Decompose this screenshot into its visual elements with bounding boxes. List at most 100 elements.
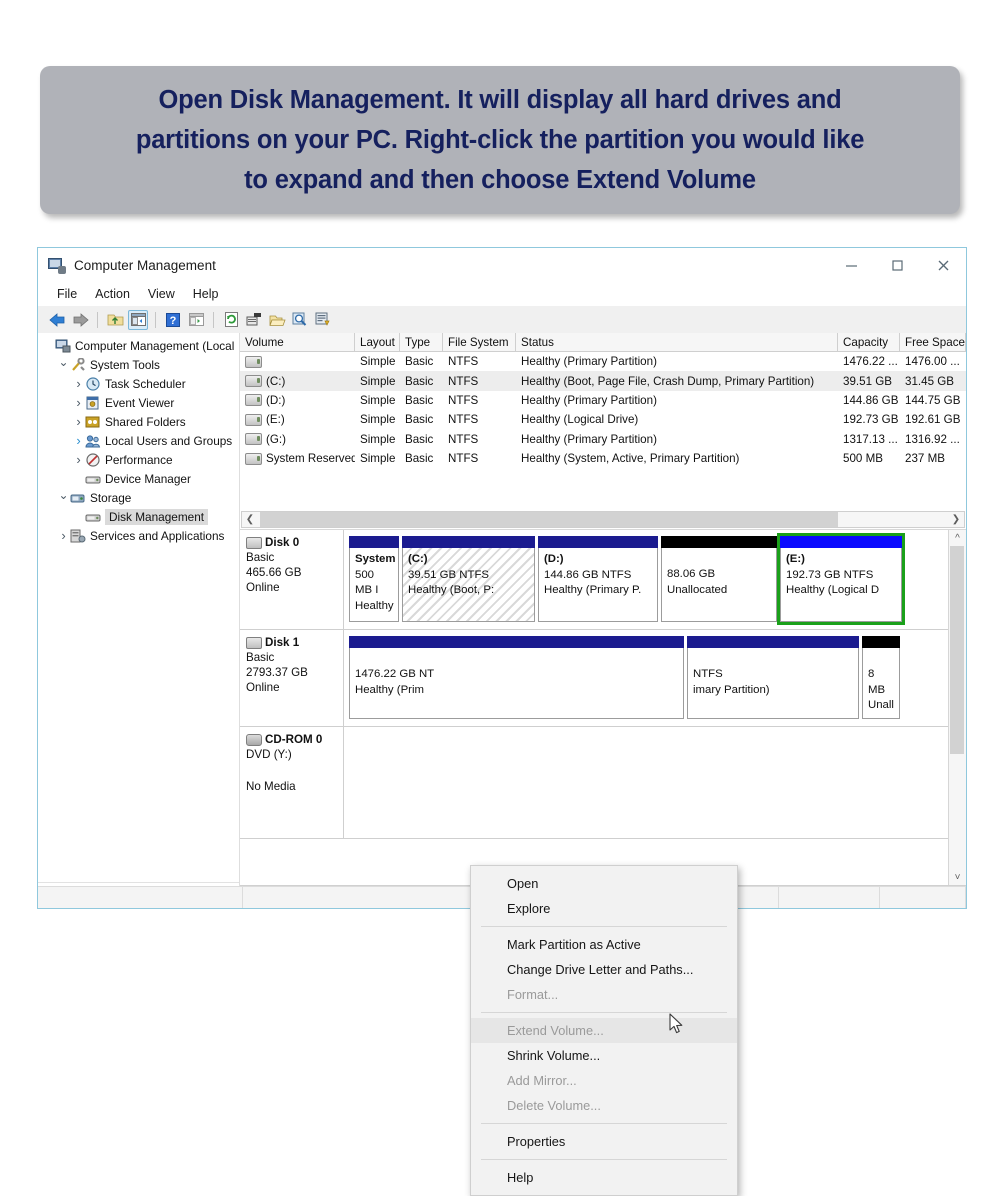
show-hide-action-pane-icon[interactable] <box>186 310 206 330</box>
graph-vscroll-thumb[interactable] <box>950 546 964 754</box>
sidebar-item-performance[interactable]: ›Performance <box>38 450 239 469</box>
chevron-right-icon[interactable]: › <box>72 395 85 410</box>
chevron-right-icon[interactable]: › <box>72 414 85 429</box>
caption-line-2: partitions on your PC. Right-click the p… <box>136 120 864 160</box>
export-list-icon[interactable] <box>244 310 264 330</box>
cell-type: Basic <box>400 413 443 426</box>
sidebar-item-label: Disk Management <box>105 509 208 525</box>
forward-arrow-icon[interactable] <box>70 310 90 330</box>
sidebar-item-services-and-applications[interactable]: ›Services and Applications <box>38 526 239 545</box>
minimize-icon[interactable] <box>828 248 874 282</box>
context-menu-item-change-drive-letter-and-paths[interactable]: Change Drive Letter and Paths... <box>471 957 737 982</box>
table-row[interactable]: (G:)SimpleBasicNTFSHealthy (Primary Part… <box>240 430 966 449</box>
properties-search-icon[interactable] <box>290 310 310 330</box>
scroll-down-icon[interactable]: ˅ <box>955 869 961 885</box>
partition-block[interactable]: System500 MB IHealthy <box>349 536 399 622</box>
menu-help[interactable]: Help <box>184 285 228 303</box>
scroll-left-icon[interactable]: ❮ <box>242 514 258 525</box>
context-menu-item-shrink-volume[interactable]: Shrink Volume... <box>471 1043 737 1068</box>
table-row[interactable]: (C:)SimpleBasicNTFSHealthy (Boot, Page F… <box>240 371 966 390</box>
volume-hscrollbar[interactable]: ❮ ❯ <box>241 511 965 528</box>
services-icon <box>70 529 86 543</box>
open-folder-icon[interactable] <box>267 310 287 330</box>
table-row[interactable]: (D:)SimpleBasicNTFSHealthy (Primary Part… <box>240 391 966 410</box>
partition-details: 8 MBUnall <box>862 648 900 719</box>
volume-column-header-capacity[interactable]: Capacity <box>838 333 900 351</box>
back-arrow-icon[interactable] <box>47 310 67 330</box>
volume-column-header-free-space[interactable]: Free Space <box>900 333 966 351</box>
sidebar-item-storage[interactable]: ⌄ Storage <box>38 488 239 507</box>
chevron-down-icon[interactable]: ⌄ <box>57 355 70 369</box>
disk-info[interactable]: Disk 1Basic2793.37 GBOnline <box>240 630 344 726</box>
partition-block[interactable]: NTFSimary Partition) <box>687 636 859 719</box>
disk-info[interactable]: Disk 0Basic465.66 GBOnline <box>240 530 344 629</box>
chevron-down-icon[interactable]: ⌄ <box>57 488 70 502</box>
maximize-icon[interactable] <box>874 248 920 282</box>
sidebar-item-label: Storage <box>90 490 131 506</box>
sidebar-item-event-viewer[interactable]: ›Event Viewer <box>38 393 239 412</box>
volume-hscroll-thumb[interactable] <box>260 512 838 527</box>
sidebar-item-computer-management-local[interactable]: Computer Management (Local <box>38 336 239 355</box>
cell-layout: Simple <box>355 375 400 388</box>
partition-block[interactable]: 88.06 GBUnallocated <box>661 536 777 622</box>
chevron-right-icon[interactable]: › <box>72 452 85 467</box>
volume-column-header-status[interactable]: Status <box>516 333 838 351</box>
partition-block[interactable]: (C:)39.51 GB NTFSHealthy (Boot, P: <box>402 536 535 622</box>
table-row[interactable]: (E:)SimpleBasicNTFSHealthy (Logical Driv… <box>240 410 966 429</box>
context-menu-item-explore[interactable]: Explore <box>471 896 737 921</box>
volume-cell: (D:) <box>240 394 355 407</box>
sidebar-item-system-tools[interactable]: ⌄System Tools <box>38 355 239 374</box>
show-hide-console-tree-icon[interactable] <box>128 310 148 330</box>
cell-capacity: 192.73 GB <box>838 413 900 426</box>
context-menu-item-help[interactable]: Help <box>471 1165 737 1190</box>
cell-fs: NTFS <box>443 433 516 446</box>
sidebar-item-local-users-and-groups[interactable]: ›Local Users and Groups <box>38 431 239 450</box>
table-row[interactable]: SimpleBasicNTFSHealthy (Primary Partitio… <box>240 352 966 371</box>
partition-block[interactable]: 1476.22 GB NTHealthy (Prim <box>349 636 684 719</box>
menu-view[interactable]: View <box>139 285 184 303</box>
table-row[interactable]: System ReservedSimpleBasicNTFSHealthy (S… <box>240 449 966 468</box>
graph-vscroll-track[interactable] <box>949 546 966 869</box>
sidebar-item-shared-folders[interactable]: ›Shared Folders <box>38 412 239 431</box>
status-cell <box>880 887 966 908</box>
sidebar-item-task-scheduler[interactable]: ›Task Scheduler <box>38 374 239 393</box>
refresh-icon[interactable] <box>221 310 241 330</box>
context-menu-item-mark-partition-as-active[interactable]: Mark Partition as Active <box>471 932 737 957</box>
scroll-right-icon[interactable]: ❯ <box>948 514 964 525</box>
cell-type: Basic <box>400 355 443 368</box>
partition-status: Healthy (Prim <box>355 683 678 699</box>
volume-hscrollbar-area: ❮ ❯ <box>240 509 966 529</box>
chevron-right-icon[interactable]: › <box>72 433 85 448</box>
computer-management-icon <box>55 339 71 353</box>
disk-info[interactable]: CD-ROM 0DVD (Y:)No Media <box>240 727 344 838</box>
drive-icon <box>245 433 262 445</box>
volume-column-header-volume[interactable]: Volume <box>240 333 355 351</box>
partition-status: Healthy (Boot, P: <box>408 583 529 599</box>
rescan-disks-icon[interactable] <box>313 310 333 330</box>
help-icon[interactable]: ? <box>163 310 183 330</box>
volume-column-header-file-system[interactable]: File System <box>443 333 516 351</box>
sidebar-item-disk-management[interactable]: Disk Management <box>38 507 239 526</box>
close-icon[interactable] <box>920 248 966 282</box>
up-folder-icon[interactable] <box>105 310 125 330</box>
volume-hscroll-track[interactable] <box>258 512 948 527</box>
partition-color-bar <box>780 536 902 548</box>
chevron-right-icon[interactable]: › <box>72 376 85 391</box>
volume-column-header-layout[interactable]: Layout <box>355 333 400 351</box>
context-menu-item-open[interactable]: Open <box>471 871 737 896</box>
menu-file[interactable]: File <box>48 285 86 303</box>
partition-block[interactable]: 8 MBUnall <box>862 636 900 719</box>
scroll-up-icon[interactable]: ^ <box>955 530 960 546</box>
volume-label: (C:) <box>266 375 285 388</box>
context-menu-item-properties[interactable]: Properties <box>471 1129 737 1154</box>
partition-block[interactable]: (E:)192.73 GB NTFSHealthy (Logical D <box>780 536 902 622</box>
volume-column-header-type[interactable]: Type <box>400 333 443 351</box>
graph-vscrollbar[interactable]: ^ ˅ <box>948 530 966 885</box>
sidebar-item-device-manager[interactable]: Device Manager <box>38 469 239 488</box>
menu-action[interactable]: Action <box>86 285 139 303</box>
volume-cell: System Reserved <box>240 452 355 465</box>
context-menu-separator <box>481 926 727 927</box>
partition-block[interactable]: (D:)144.86 GB NTFSHealthy (Primary P. <box>538 536 658 622</box>
volume-list-header: VolumeLayoutTypeFile SystemStatusCapacit… <box>240 333 966 352</box>
chevron-right-icon[interactable]: › <box>57 528 70 543</box>
